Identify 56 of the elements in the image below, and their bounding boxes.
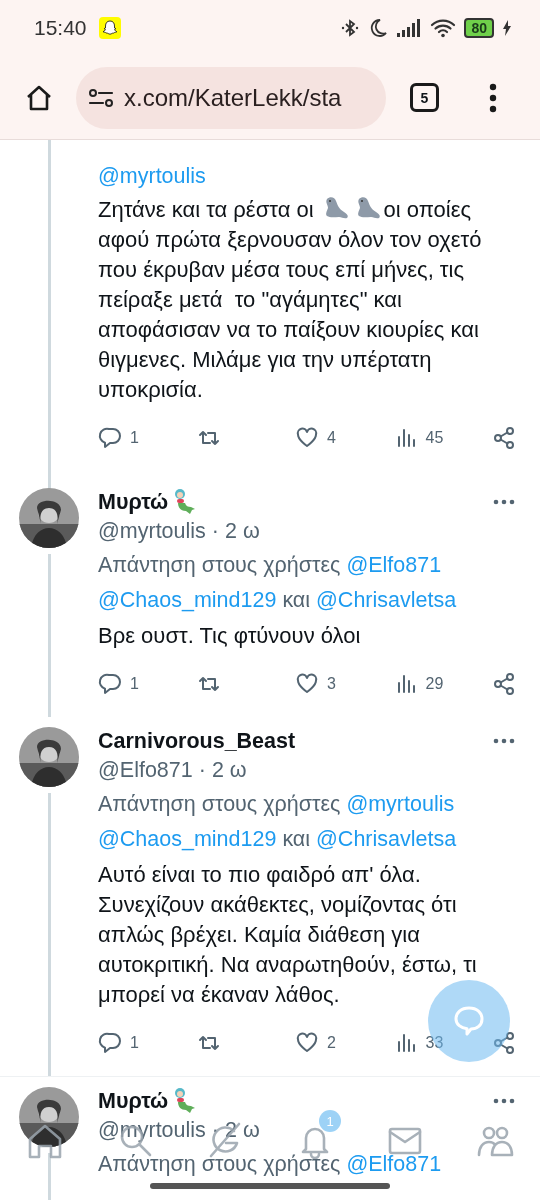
address-bar[interactable]: x.com/KaterLekk/sta [76,66,386,129]
user-handle[interactable]: @myrtoulis [98,516,206,546]
battery-level: 80 [464,18,494,38]
heart-icon[interactable] [295,1031,319,1055]
post-time: 2 ω [211,757,247,784]
share-icon[interactable] [492,1031,516,1055]
tweet-text: αφού πρώτα ξερνουσαν όλον τον οχετό που έκρυβαν μέσα τους επί μήνες, τις πείραξε μετά το "αγάμητες" και αποφάσισαν να το παίξουν κιουρίες και θιγμενες. Μιλάμε για την υπέρτατη υποκρισία. [98,226,483,404]
chat-bubble-icon [452,1004,486,1038]
like-count: 2 [327,1034,336,1052]
view-count: 45 [425,429,444,447]
share-icon[interactable] [492,672,516,696]
more-icon[interactable] [492,1097,516,1105]
separator-dot: · [211,518,219,545]
ghost-icon [98,17,121,39]
more-options-icon[interactable] [489,82,497,113]
more-icon[interactable] [492,498,516,506]
display-name[interactable]: Μυρτώ [98,489,169,515]
reply-icon[interactable] [98,672,122,696]
reply-to-text: Απάντηση στους χρήστες @Elfo871 [98,1151,443,1178]
post-time: 2 ω [225,518,260,545]
tweet-text: Ζητάνε και τα ρέστα οι [98,196,314,224]
reply-icon[interactable] [98,426,122,450]
reply-count: 1 [130,429,139,447]
reply-to-text: Απάντηση στους χρήστες @myrtoulis @Chaos_mind129 και @Chrisavletsa [98,791,458,853]
heart-icon[interactable] [295,672,319,696]
reply-to-text: Απάντηση στους χρήστες @Elfo871 @Chaos_mind129 και @Chrisavletsa [98,552,458,614]
display-name[interactable]: Μυρτώ [98,1088,169,1114]
separator-dot: · [198,757,206,784]
more-icon[interactable] [492,737,516,745]
url-text: x.com/KaterLekk/sta [124,83,342,112]
tab-count-button[interactable]: 5 [410,83,439,112]
reply-icon[interactable] [98,1031,122,1055]
tweet-text: οι οποίες [383,196,472,224]
view-count: 33 [425,1034,444,1052]
heart-icon[interactable] [295,426,319,450]
user-handle[interactable]: @Elfo871 [98,755,193,785]
reply-count: 1 [130,675,139,693]
view-count: 29 [425,675,444,693]
notification-badge: 1 [319,1110,341,1132]
post-time: 2 ω [225,1117,260,1144]
signal-icon [396,19,423,37]
share-icon[interactable] [492,426,516,450]
display-name[interactable]: Carnivorous_Beast [98,728,296,754]
moon-icon [368,18,389,38]
reply-count: 1 [130,1034,139,1052]
like-count: 3 [327,675,336,693]
user-handle[interactable]: @myrtoulis [98,1115,206,1145]
charging-icon [502,20,512,36]
bluetooth-icon [340,18,361,38]
tweet-text: Αυτό είναι το πιο φαιδρό απ' όλα. Συνεχίζουν ακάθεκτες, νομίζοντας ότι απλώς βρέχει. Καμία διάθεση για αυτοκριτική. Να αναρωτηθούν, έστω, τι μπορεί να έκαναν λάθος. [98,861,478,1009]
site-settings-icon [88,86,114,109]
clock-time: 15:40 [34,16,87,40]
like-count: 4 [327,429,336,447]
tweet-text: Βρε ουστ. Τις φτύνουν όλοι [98,622,362,650]
wifi-icon [430,18,457,38]
separator-dot: · [211,1117,219,1144]
